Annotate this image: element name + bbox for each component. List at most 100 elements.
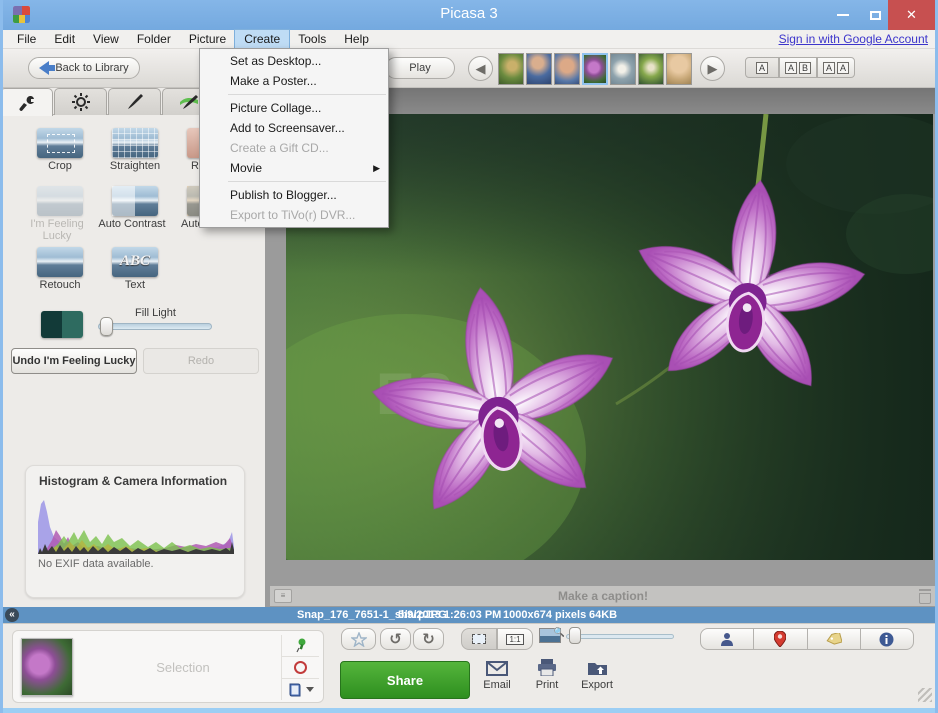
exif-message: No EXIF data available. [38,558,154,570]
left-arrow-icon: ◀ [476,61,486,77]
menuitem-publish-to-blogger[interactable]: Publish to Blogger... [200,185,388,205]
people-panel-button[interactable] [700,628,754,650]
menu-view[interactable]: View [84,30,128,48]
filmstrip-thumb-boy-blue-shirt[interactable] [526,53,552,85]
previous-photo-button[interactable]: ◀ [468,56,493,81]
im-feeling-lucky-tool [37,186,83,216]
caption-placeholder: Make a caption! [558,589,648,603]
menu-file[interactable]: File [8,30,45,48]
menu-help[interactable]: Help [335,30,378,48]
next-photo-button[interactable]: ▶ [700,56,725,81]
fill-light-preview [41,311,83,338]
selection-thumbnail[interactable] [21,638,73,696]
filmstrip-thumb-orchid-selected[interactable] [582,53,608,85]
zoom-slider-track[interactable] [566,634,674,639]
view-single-button[interactable]: A [745,57,779,78]
export-action[interactable]: Export [569,654,625,691]
email-action[interactable]: Email [469,654,525,691]
menuitem-make-a-poster[interactable]: Make a Poster... [200,71,388,91]
auto-contrast-tool[interactable] [112,186,158,216]
status-datetime: 5/9/2013 1:26:03 PM [398,609,501,621]
tab-basic-fixes[interactable] [0,88,53,116]
menuitem-movie[interactable]: Movie ▶ [200,158,388,178]
selection-tray: Selection [12,630,324,703]
caption-trash-icon[interactable] [919,589,931,603]
bottom-toolbar: Selection [0,623,938,708]
close-button[interactable]: ✕ [888,0,935,30]
view-compare-button[interactable]: A A [817,57,855,78]
rotate-cw-button[interactable]: ↻ [413,628,444,650]
fill-light-slider-thumb[interactable] [100,317,113,336]
actual-size-button[interactable]: 1:1 [497,628,533,650]
status-filesize: 64KB [589,609,617,621]
collapse-panel-button[interactable]: « [5,608,19,622]
star-icon [351,632,367,647]
tray-buttons [281,635,319,700]
tags-panel-button[interactable] [808,628,861,650]
submenu-arrow-icon: ▶ [373,158,380,178]
picasa-window: Picasa 3 ✕ File Edit View Folder Picture… [0,0,938,713]
side-panel-toggles [700,628,914,650]
caption-toggle-icon[interactable]: ≡ [274,589,292,603]
resize-grip[interactable] [918,688,932,702]
abc-icon: ABC [112,253,158,270]
undo-button[interactable]: Undo I'm Feeling Lucky [11,348,137,374]
green-pushpin-icon [295,638,307,653]
properties-panel-button[interactable] [861,628,914,650]
menu-separator [228,181,386,182]
zoom-slider-thumb[interactable] [569,627,581,644]
menu-tools[interactable]: Tools [289,30,335,48]
print-action[interactable]: Print [519,654,575,691]
menu-picture[interactable]: Picture [180,30,235,48]
places-panel-button[interactable] [754,628,807,650]
dropdown-caret-icon [306,687,314,696]
filmstrip-thumb-kid-on-bike[interactable] [498,53,524,85]
back-arrow-icon [39,61,49,75]
histogram-panel: Histogram & Camera Information No EXIF d… [25,465,245,598]
menuitem-set-as-desktop[interactable]: Set as Desktop... [200,51,388,71]
auto-contrast-label: Auto Contrast [90,218,174,230]
caption-bar[interactable]: ≡ Make a caption! [270,586,936,606]
map-pin-icon [774,631,786,647]
zoom-preview-icon[interactable] [539,628,561,643]
menu-edit[interactable]: Edit [45,30,84,48]
star-button[interactable] [341,628,376,650]
green-brush-icon [179,93,199,111]
print-icon [537,659,557,676]
filmstrip-thumb-duck[interactable] [610,53,636,85]
histogram-title: Histogram & Camera Information [39,474,227,488]
filmstrip-thumb-boy-portrait[interactable] [554,53,580,85]
play-button[interactable]: Play [385,57,455,79]
menuitem-picture-collage[interactable]: Picture Collage... [200,98,388,118]
share-button[interactable]: Share [340,661,470,699]
brightness-icon [72,93,90,111]
filmstrip-thumb-woman-portrait[interactable] [666,53,692,85]
back-to-library-button[interactable]: Back to Library [28,57,140,79]
tab-tuning[interactable] [54,88,107,115]
status-dimensions: 1000x674 pixels [503,609,586,621]
fill-light-slider-track[interactable] [98,323,212,330]
menuitem-add-to-screensaver[interactable]: Add to Screensaver... [200,118,388,138]
view-side-by-side-button[interactable]: A B [779,57,817,78]
menu-bar: File Edit View Folder Picture Create Too… [0,30,938,49]
straighten-tool[interactable] [112,128,158,158]
hold-selection-button[interactable] [281,635,319,656]
tab-effects[interactable] [108,88,161,115]
add-to-album-button[interactable] [281,678,319,700]
filmstrip-thumb-butterfly[interactable] [638,53,664,85]
rotate-ccw-button[interactable]: ↺ [380,628,411,650]
wrench-icon [18,94,36,112]
maximize-button[interactable] [860,0,890,30]
clear-icon [294,661,307,674]
minimize-button[interactable] [828,0,858,30]
google-signin-link[interactable]: Sign in with Google Account [779,32,928,46]
fit-view-button[interactable] [461,628,497,650]
text-tool[interactable]: ABC [112,247,158,277]
menu-create[interactable]: Create [235,30,289,48]
menuitem-create-gift-cd: Create a Gift CD... [200,138,388,158]
clear-selection-button[interactable] [281,656,319,678]
view-mode-group: A A B A A [745,57,855,78]
menu-folder[interactable]: Folder [128,30,180,48]
crop-tool[interactable] [37,128,83,158]
retouch-tool[interactable] [37,247,83,277]
